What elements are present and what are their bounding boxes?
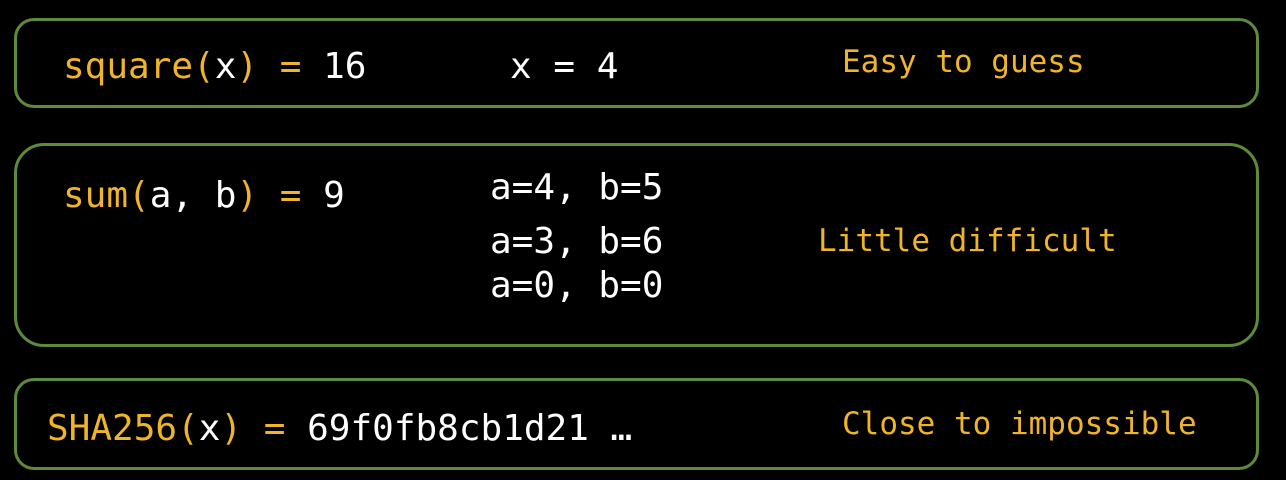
square-expression: square(x) = 16 [63,49,366,85]
function-close: ) [236,175,259,216]
sum-expression: sum(a, b) = 9 [63,178,345,214]
sha256-difficulty-note: Close to impossible [842,406,1197,442]
equals-sign: = [242,408,308,449]
equals-sign: = [258,46,324,87]
sum-solution: a=3, b=6 [490,221,664,262]
sum-solution: a=0, b=0 [490,265,664,306]
function-name: square( [63,46,215,87]
function-result: 9 [323,175,345,216]
function-name: sum( [63,175,150,216]
function-close: ) [220,408,243,449]
function-arg: a, b [149,175,237,216]
hash-result: 69f0fb8cb1d21 … [307,408,633,449]
function-arg: x [214,46,237,87]
square-solution: x = 4 [510,46,619,87]
function-arg: x [198,408,221,449]
function-close: ) [236,46,259,87]
sha256-expression: SHA256(x) = 69f0fb8cb1d21 … [47,411,632,447]
function-name: SHA256( [47,408,199,449]
equals-sign: = [258,175,324,216]
sum-difficulty-note: Little difficult [818,223,1117,259]
sum-solution: a=4, b=5 [490,167,664,208]
square-difficulty-note: Easy to guess [842,44,1085,80]
function-result: 16 [323,46,367,87]
